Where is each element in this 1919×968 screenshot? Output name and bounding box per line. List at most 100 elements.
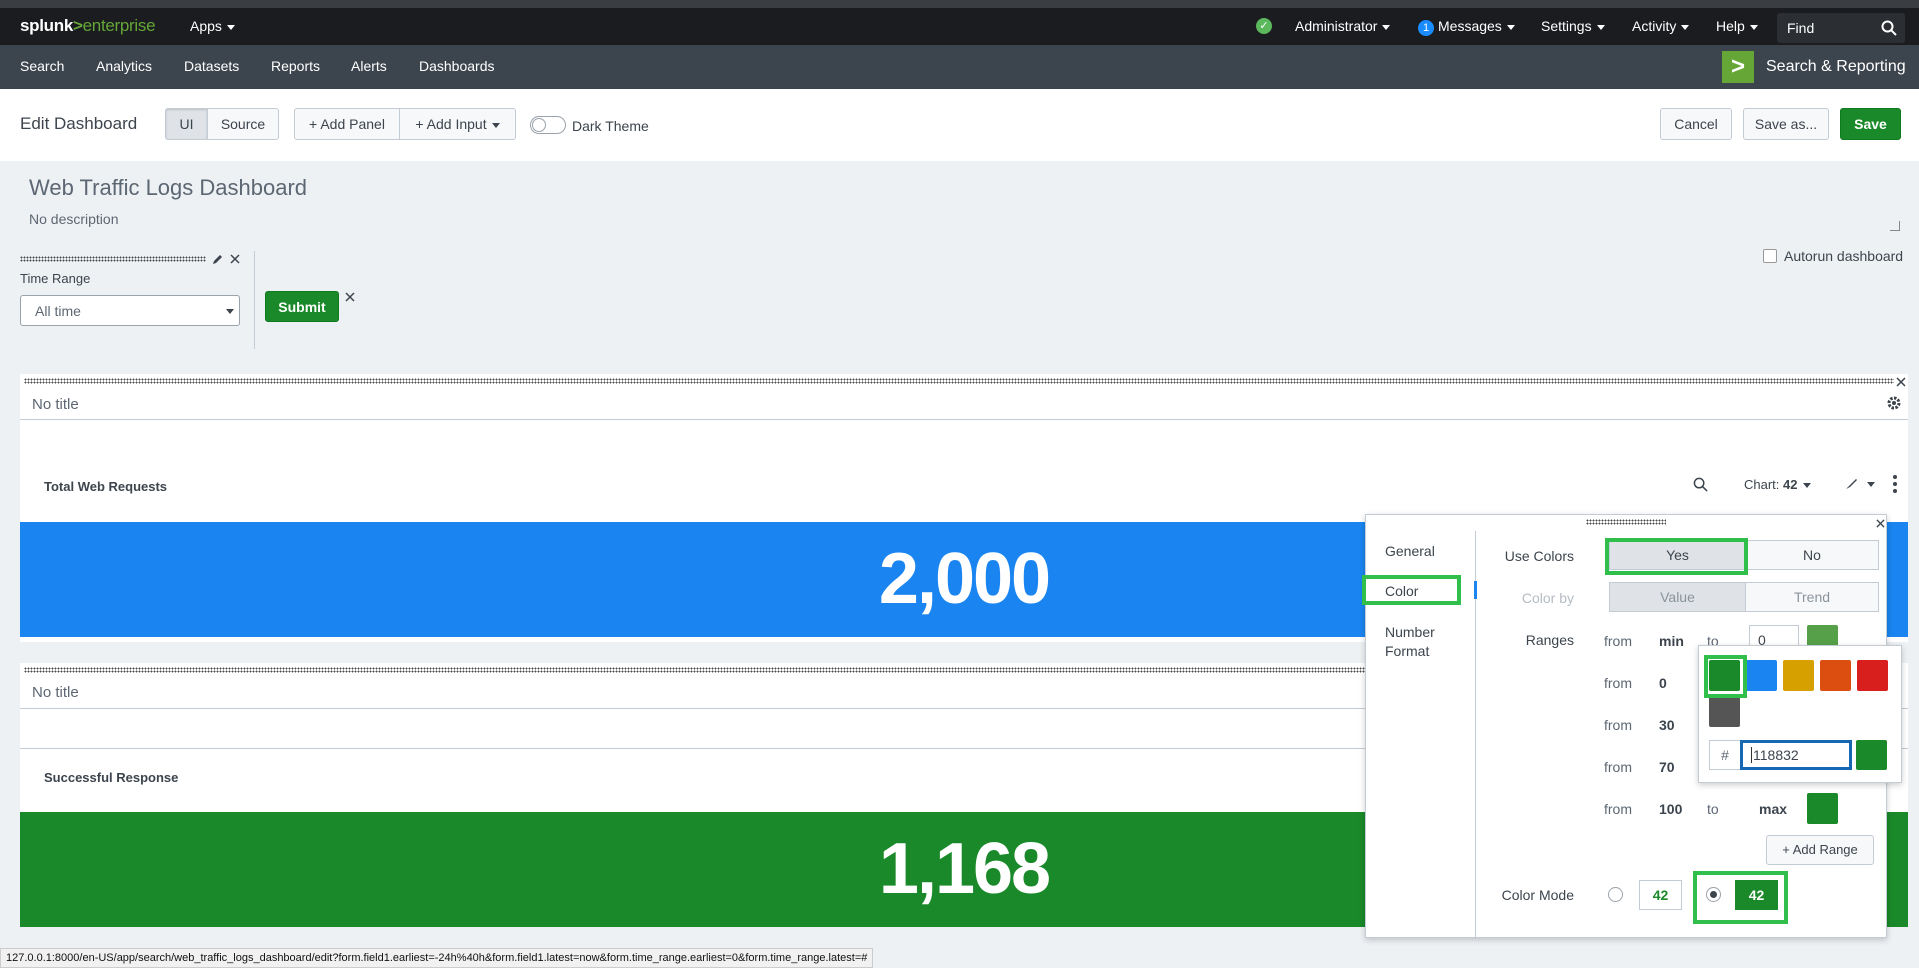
splunk-logo[interactable]: splunk>enterprise	[20, 16, 156, 36]
use-colors-yes[interactable]: Yes	[1609, 540, 1746, 570]
nav-analytics[interactable]: Analytics	[96, 58, 152, 74]
range-from-value: 100	[1659, 801, 1683, 817]
input-fieldset: Time Range All time	[20, 251, 255, 341]
add-panel-button[interactable]: + Add Panel	[294, 108, 400, 140]
range-from-value: 30	[1659, 717, 1675, 733]
dark-theme-toggle[interactable]	[530, 116, 566, 134]
dashboard-description[interactable]: No description	[29, 211, 119, 227]
messages-count-badge: 1	[1418, 20, 1434, 36]
chart-type-menu[interactable]: Chart: 42	[1744, 477, 1811, 492]
chevron-down-icon	[226, 24, 235, 30]
drag-handle[interactable]	[20, 256, 206, 262]
close-icon[interactable]	[1896, 377, 1906, 387]
drag-handle[interactable]	[24, 378, 1894, 384]
palette-swatch-green[interactable]	[1709, 660, 1740, 691]
range-to-label: to	[1707, 801, 1719, 817]
close-icon[interactable]	[230, 254, 240, 264]
nav-reports[interactable]: Reports	[271, 58, 320, 74]
more-options-icon[interactable]	[1893, 475, 1897, 493]
messages-menu[interactable]: 1 Messages	[1418, 18, 1515, 36]
tab-general[interactable]: General	[1385, 543, 1435, 559]
dashboard-title[interactable]: Web Traffic Logs Dashboard	[29, 175, 307, 201]
help-menu[interactable]: Help	[1716, 18, 1758, 34]
chevron-down-icon	[1802, 483, 1811, 489]
app-name-label: Search & Reporting	[1766, 58, 1906, 75]
toggle-knob	[532, 118, 546, 132]
panel-title[interactable]: No title	[32, 684, 79, 701]
user-menu[interactable]: Administrator	[1295, 18, 1391, 34]
range-from-value: min	[1659, 633, 1684, 649]
time-range-dropdown[interactable]: All time	[20, 295, 240, 326]
edit-dashboard-title: Edit Dashboard	[20, 114, 138, 133]
cancel-button[interactable]: Cancel	[1660, 108, 1732, 140]
palette-swatch-red[interactable]	[1857, 660, 1888, 691]
color-mode-radio-text[interactable]	[1608, 887, 1623, 902]
save-button[interactable]: Save	[1840, 108, 1901, 140]
nav-dashboards[interactable]: Dashboards	[419, 58, 495, 74]
tab-number-format[interactable]: Number Format	[1385, 623, 1455, 661]
gear-icon[interactable]	[1886, 395, 1902, 411]
apps-menu[interactable]: Apps	[190, 18, 235, 34]
active-tab-indicator	[1474, 581, 1477, 599]
range-to-value: max	[1759, 801, 1788, 817]
search-icon[interactable]	[1693, 477, 1708, 492]
close-icon[interactable]	[345, 292, 355, 302]
color-by-trend[interactable]: Trend	[1745, 582, 1879, 612]
settings-menu[interactable]: Settings	[1541, 18, 1605, 34]
health-ok-icon[interactable]: ✓	[1256, 18, 1272, 34]
app-navigation-bar: Search Analytics Datasets Reports Alerts…	[0, 45, 1919, 89]
use-colors-no[interactable]: No	[1745, 540, 1879, 570]
app-name[interactable]: > Search & Reporting	[1722, 51, 1906, 83]
time-range-label: Time Range	[20, 271, 91, 286]
chevron-down-icon	[1681, 24, 1690, 30]
search-icon[interactable]	[1881, 20, 1897, 36]
nav-search[interactable]: Search	[20, 58, 64, 74]
range-from-value: 0	[1659, 675, 1667, 691]
range-from-label: from	[1604, 675, 1632, 691]
nav-datasets[interactable]: Datasets	[184, 58, 239, 74]
chevron-down-icon	[1596, 24, 1605, 30]
drag-handle[interactable]	[1586, 519, 1666, 525]
chevron-down-icon	[1382, 24, 1391, 30]
panel-title[interactable]: No title	[32, 396, 79, 413]
popover-tab-list	[1366, 531, 1476, 939]
chevron-down-icon	[226, 309, 234, 314]
submit-button[interactable]: Submit	[265, 291, 339, 322]
source-mode-button[interactable]: Source	[207, 108, 279, 140]
color-picker-popover: # 118832	[1698, 645, 1902, 783]
ranges-label: Ranges	[1525, 632, 1574, 648]
range-from-value: 70	[1659, 759, 1675, 775]
palette-swatch-yellow[interactable]	[1783, 660, 1814, 691]
hex-color-input[interactable]: 118832	[1740, 740, 1852, 770]
color-mode-preview-fill[interactable]: 42	[1735, 880, 1778, 910]
activity-menu[interactable]: Activity	[1632, 18, 1690, 34]
find-input[interactable]: Find	[1777, 13, 1905, 43]
color-mode-preview-text[interactable]: 42	[1639, 880, 1682, 910]
chevron-down-icon[interactable]	[1867, 482, 1875, 487]
app-logo-icon: >	[1722, 51, 1754, 83]
range-color-swatch[interactable]	[1807, 793, 1838, 824]
ui-mode-button[interactable]: UI	[165, 108, 208, 140]
edit-dashboard-bar: Edit Dashboard UI Source + Add Panel + A…	[0, 89, 1919, 161]
nav-alerts[interactable]: Alerts	[351, 58, 387, 74]
color-by-value[interactable]: Value	[1609, 582, 1746, 612]
add-input-button[interactable]: + Add Input	[399, 108, 516, 140]
color-mode-radio-fill[interactable]	[1706, 887, 1721, 902]
palette-swatch-orange[interactable]	[1820, 660, 1851, 691]
top-navigation-bar: splunk>enterprise Apps ✓ Administrator 1…	[0, 0, 1919, 45]
color-mode-label: Color Mode	[1501, 887, 1574, 903]
single-value-title: Successful Response	[44, 770, 179, 785]
chevron-down-icon	[1749, 24, 1758, 30]
add-range-button[interactable]: + Add Range	[1766, 835, 1874, 865]
brush-icon[interactable]	[1844, 477, 1858, 491]
palette-swatch-blue[interactable]	[1746, 660, 1777, 691]
palette-swatch-gray[interactable]	[1709, 696, 1740, 727]
hex-value: 118832	[1751, 747, 1799, 763]
autorun-checkbox[interactable]: Autorun dashboard	[1763, 248, 1903, 264]
tab-color[interactable]: Color	[1385, 583, 1418, 599]
hex-color-preview	[1856, 740, 1887, 770]
pencil-icon[interactable]	[212, 253, 224, 265]
save-as-button[interactable]: Save as...	[1743, 108, 1829, 140]
resize-handle-icon[interactable]	[1890, 221, 1900, 231]
close-icon[interactable]	[1876, 519, 1885, 528]
